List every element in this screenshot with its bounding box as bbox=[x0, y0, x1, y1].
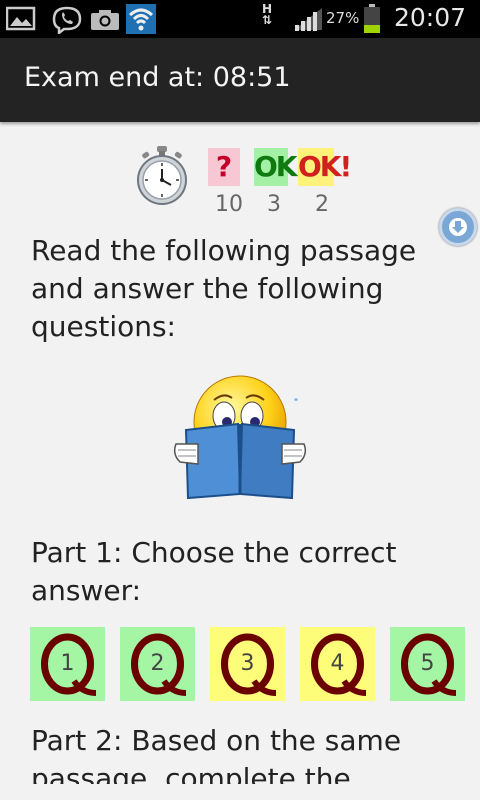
correct-badge: OK bbox=[254, 148, 298, 186]
question-button-3[interactable]: 3 bbox=[210, 627, 285, 701]
correct-count: 3 bbox=[267, 192, 281, 217]
reading-smiley-image bbox=[170, 374, 310, 504]
camera-icon bbox=[90, 9, 120, 35]
part2-heading: Part 2: Based on the same passage, compl… bbox=[31, 724, 402, 784]
clock: 20:07 bbox=[393, 3, 466, 32]
unanswered-badge: ? bbox=[208, 148, 240, 186]
gallery-icon bbox=[5, 6, 36, 36]
signal-icon bbox=[292, 6, 324, 36]
data-transfer-icon: H ⇅ bbox=[262, 2, 273, 27]
network-type-label: H bbox=[262, 2, 273, 16]
question-number: 4 bbox=[330, 651, 345, 676]
stopwatch-icon bbox=[136, 144, 188, 206]
battery-percent: 27% bbox=[326, 9, 360, 27]
answered-count: 2 bbox=[315, 192, 329, 217]
exam-end-title: Exam end at: 08:51 bbox=[24, 62, 291, 93]
passage-instructions: Read the following passage and answer th… bbox=[31, 234, 417, 343]
question-button-4[interactable]: 4 bbox=[300, 627, 375, 701]
battery-icon bbox=[363, 4, 381, 38]
question-buttons: 1 2 3 4 5 bbox=[30, 627, 470, 701]
question-button-1[interactable]: 1 bbox=[30, 627, 105, 701]
question-number: 3 bbox=[240, 651, 255, 676]
exam-content[interactable]: ? OK OK! 10 3 2 Read the following passa… bbox=[0, 122, 480, 784]
question-number: 5 bbox=[420, 651, 435, 676]
exam-stats: ? OK OK! 10 3 2 bbox=[136, 136, 366, 217]
action-bar: Exam end at: 08:51 bbox=[0, 38, 480, 122]
unanswered-count: 10 bbox=[215, 192, 243, 217]
question-number: 1 bbox=[60, 651, 75, 676]
wifi-icon bbox=[126, 4, 156, 38]
question-button-2[interactable]: 2 bbox=[120, 627, 195, 701]
question-number: 2 bbox=[150, 651, 165, 676]
answered-badge: OK! bbox=[298, 148, 352, 186]
viber-icon bbox=[51, 6, 83, 38]
status-bar: H ⇅ 27% 20:07 bbox=[0, 0, 480, 38]
part1-heading: Part 1: Choose the correct answer: bbox=[31, 536, 397, 607]
question-button-5[interactable]: 5 bbox=[390, 627, 465, 701]
